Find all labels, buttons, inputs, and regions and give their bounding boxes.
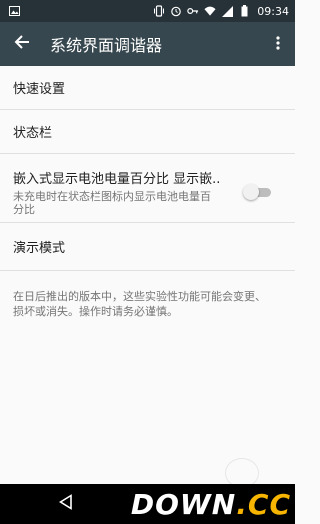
pref-title: 快速设置 — [13, 82, 66, 97]
arrow-back-icon — [14, 34, 30, 54]
pref-title: 状态栏 — [13, 126, 53, 141]
pref-quick-settings[interactable]: 快速设置 — [0, 66, 295, 110]
vibrate-icon — [153, 5, 165, 17]
pref-title: 演示模式 — [13, 241, 66, 256]
overflow-menu-button[interactable] — [261, 22, 295, 66]
more-vert-icon — [276, 35, 280, 54]
toggle-thumb — [243, 184, 259, 200]
wifi-icon — [204, 5, 216, 17]
image-icon — [8, 5, 20, 17]
pref-demo-mode[interactable]: 演示模式 — [0, 223, 295, 271]
preferences-list: 快速设置 状态栏 嵌入式显示电池电量百分比 显示嵌.. 未充电时在状态栏图标内显… — [0, 66, 295, 484]
nav-back-icon — [58, 494, 73, 514]
key-icon — [187, 5, 199, 17]
status-time: 09:34 — [257, 4, 289, 18]
pref-summary: 未充电时在状态栏图标内显示电池电量百分比 — [13, 190, 211, 216]
battery-percentage-toggle[interactable] — [243, 184, 273, 200]
footer-note: 在日后推出的版本中，这些实验性功能可能会变更、损坏或消失。操作时请务必谨慎。 — [13, 290, 266, 318]
watermark-main: DOWN — [130, 487, 237, 521]
status-bar: 09:34 — [0, 0, 295, 22]
pref-status-bar[interactable]: 状态栏 — [0, 110, 295, 154]
watermark-logo: DOWN. CC — [131, 484, 291, 524]
watermark-suffix: CC — [247, 487, 291, 521]
watermark-dot: . — [236, 487, 248, 521]
page-title: 系统界面调谐器 — [50, 36, 163, 55]
alarm-icon — [170, 5, 182, 17]
pref-battery-percentage[interactable]: 嵌入式显示电池电量百分比 显示嵌.. 未充电时在状态栏图标内显示电池电量百分比 — [0, 154, 295, 223]
nav-back-button[interactable] — [56, 494, 76, 514]
back-button[interactable] — [0, 22, 44, 66]
signal-icon — [221, 5, 233, 17]
battery-icon — [238, 5, 250, 17]
app-bar: 系统界面调谐器 — [0, 22, 295, 66]
